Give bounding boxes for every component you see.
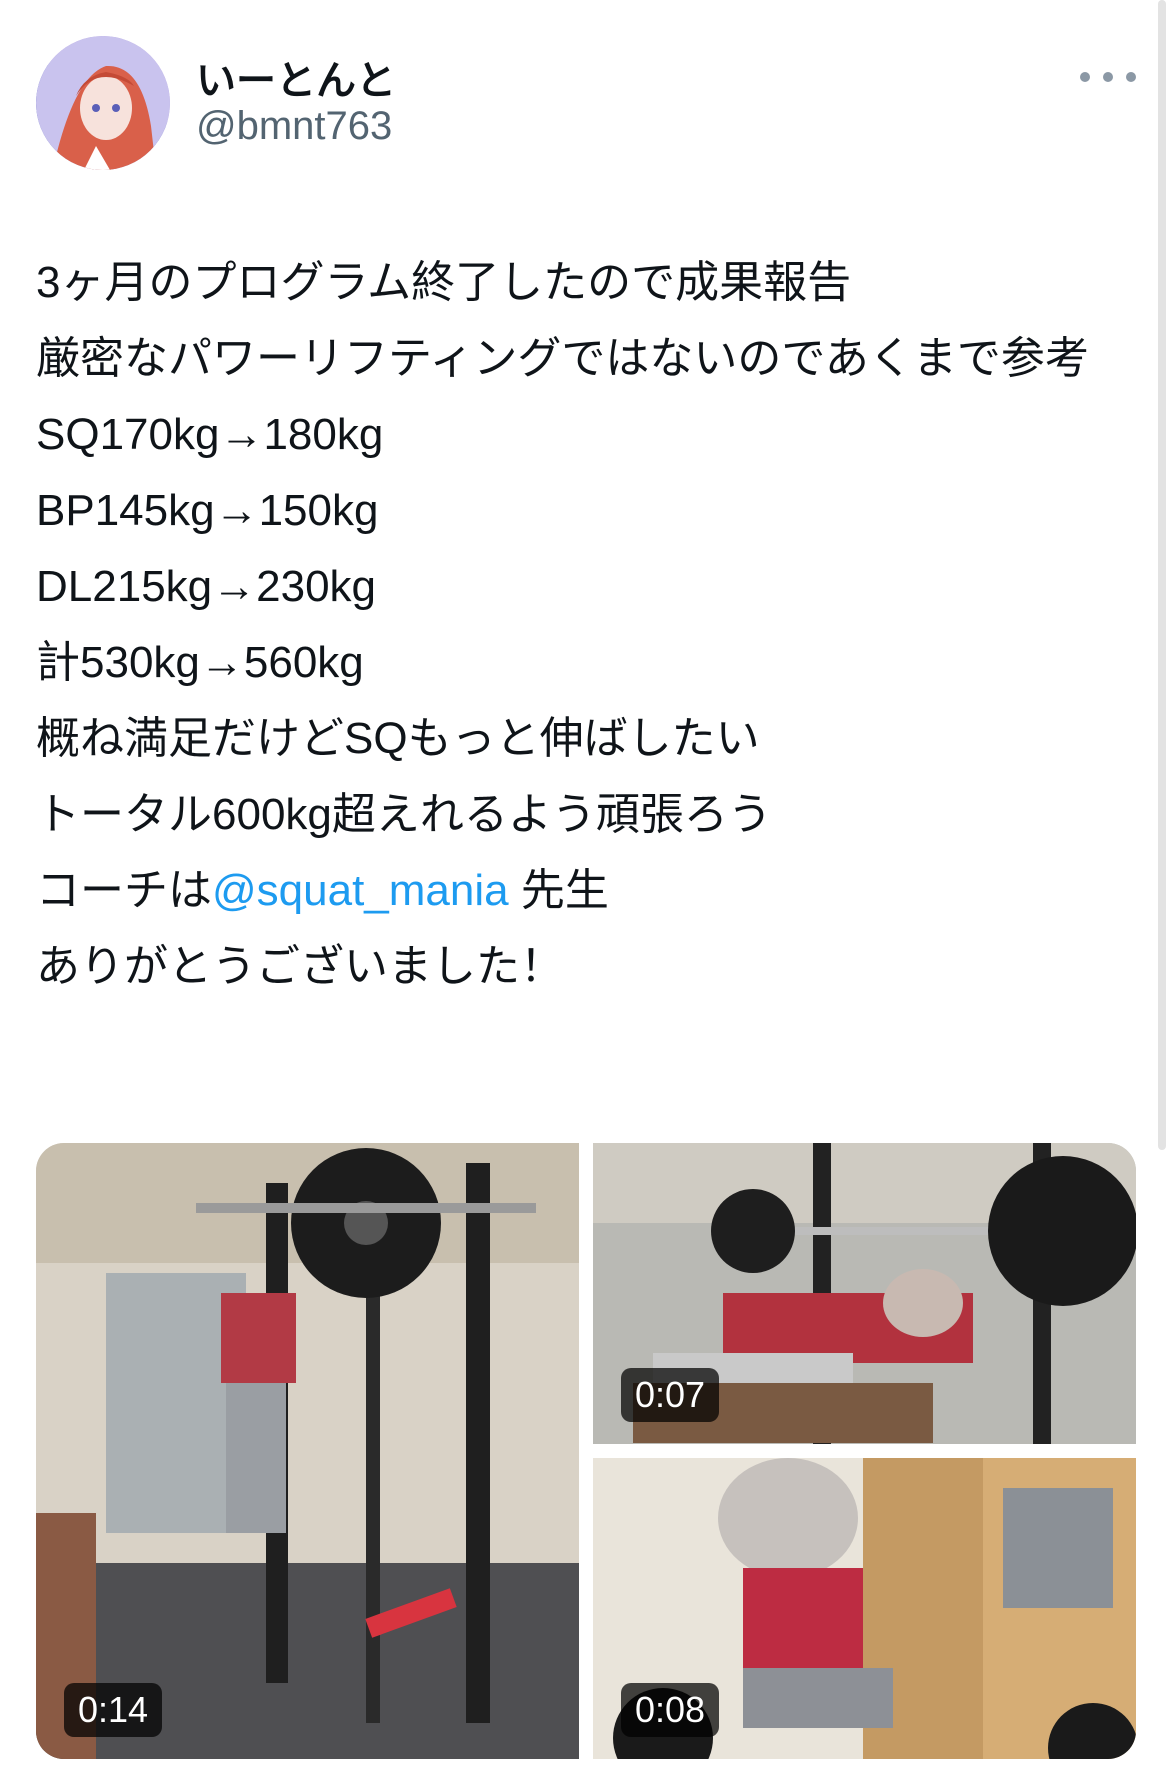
media-grid: 0:14 0:07 0:08: [36, 1143, 1136, 1759]
avatar[interactable]: [36, 36, 170, 170]
tweet-line: 厳密なパワーリフティングではないのであくまで参考: [36, 334, 1089, 383]
tweet-line-coach: コーチは@squat_mania 先生: [36, 853, 1146, 929]
tweet-line: BP145kg→150kg: [36, 486, 379, 535]
username-handle[interactable]: @bmnt763: [196, 104, 392, 149]
tweet-line: SQ170kg→180kg: [36, 410, 384, 459]
squat-video-thumbnail: [36, 1143, 579, 1759]
avatar-icon: [36, 36, 170, 170]
tweet-text: 3ヶ月のプログラム終了したので成果報告厳密なパワーリフティングではないのであくま…: [36, 245, 1146, 1005]
mention-link[interactable]: @squat_mania: [212, 866, 509, 915]
tweet-line: トータル600kg超えれるよう頑張ろう: [36, 790, 772, 839]
video-squat[interactable]: 0:14: [36, 1143, 579, 1759]
sensei-text: 先生: [508, 866, 609, 915]
tweet-header: いーとんと @bmnt763: [36, 36, 1136, 176]
display-name[interactable]: いーとんと: [196, 48, 396, 106]
video-deadlift[interactable]: 0:08: [593, 1458, 1136, 1759]
tweet-line: 計530kg→560kg: [36, 638, 364, 687]
tweet-line: DL215kg→230kg: [36, 562, 377, 611]
coach-text: コーチは: [36, 866, 212, 915]
tweet-line: 概ね満足だけどSQもっと伸ばしたい: [36, 714, 760, 763]
tweet-line: 3ヶ月のプログラム終了したので成果報告: [36, 258, 852, 307]
video-duration: 0:08: [621, 1683, 720, 1737]
tweet-line: ありがとうございました！: [36, 942, 564, 991]
more-options-icon[interactable]: [1080, 62, 1136, 92]
scrollbar[interactable]: [1158, 0, 1166, 1150]
video-duration: 0:07: [621, 1368, 720, 1422]
video-duration: 0:14: [64, 1683, 163, 1737]
video-bench-press[interactable]: 0:07: [593, 1143, 1136, 1444]
